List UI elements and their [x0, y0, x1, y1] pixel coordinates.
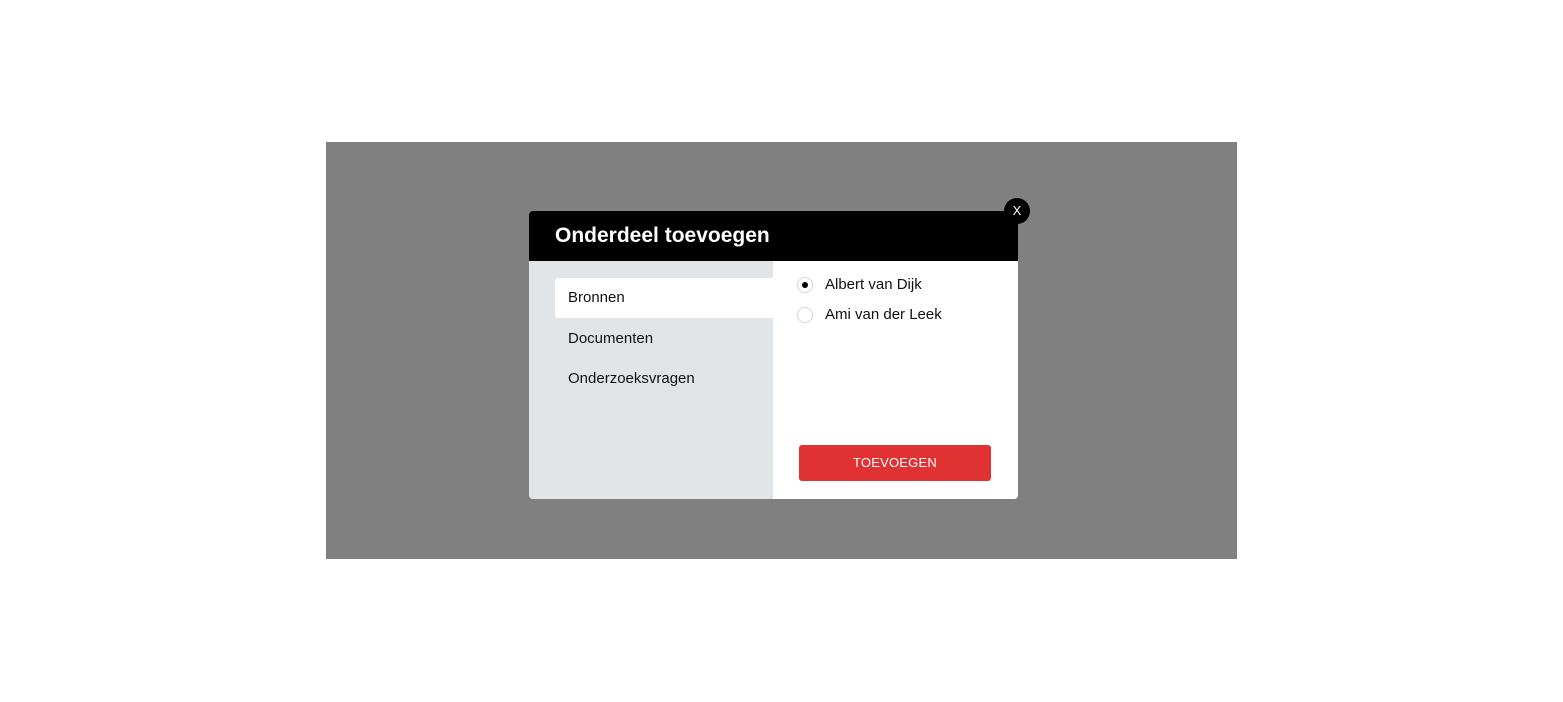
add-button[interactable]: TOEVOEGEN: [799, 445, 991, 481]
options-panel: Albert van Dijk Ami van der Leek TOEVOEG…: [773, 261, 1018, 499]
radio-button-unchecked[interactable]: [797, 307, 813, 323]
option-label: Albert van Dijk: [825, 276, 922, 293]
option-label: Ami van der Leek: [825, 306, 942, 323]
close-icon: X: [1012, 203, 1022, 218]
dialog-header: Onderdeel toevoegen: [529, 211, 1018, 261]
sidebar-item-bronnen[interactable]: Bronnen: [555, 278, 773, 318]
radio-dot: [802, 282, 808, 288]
close-button[interactable]: X: [1004, 198, 1030, 224]
dialog-title: Onderdeel toevoegen: [555, 224, 770, 247]
radio-button-checked[interactable]: [797, 277, 813, 293]
add-section-dialog: Onderdeel toevoegen Bronnen Documenten O…: [529, 211, 1018, 499]
sidebar-item-documenten[interactable]: Documenten: [555, 319, 773, 359]
category-sidebar: Bronnen Documenten Onderzoeksvragen: [529, 261, 773, 499]
sidebar-item-onderzoeksvragen[interactable]: Onderzoeksvragen: [555, 359, 773, 399]
